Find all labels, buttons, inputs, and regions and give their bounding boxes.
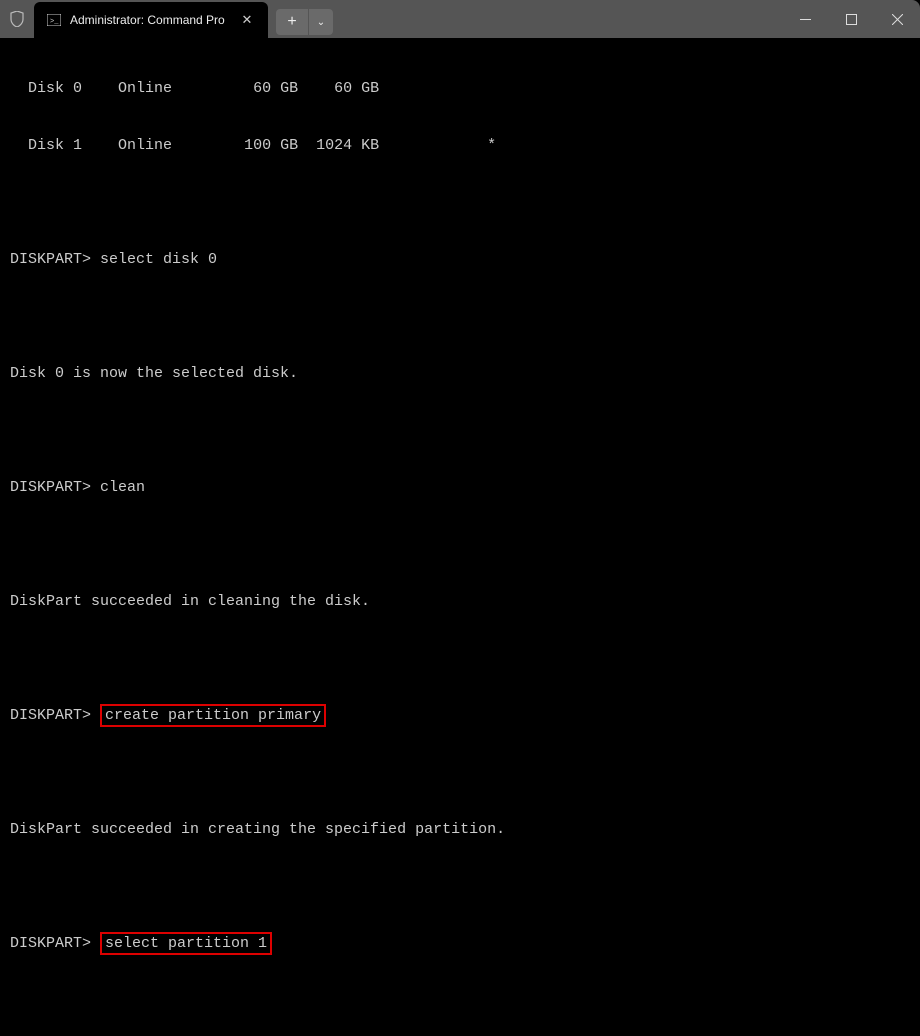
blank-line — [10, 189, 910, 218]
prompt-line: DISKPART> clean — [10, 474, 910, 503]
active-tab[interactable]: >_ Administrator: Command Pro ✕ — [34, 2, 268, 38]
highlighted-command: select partition 1 — [100, 932, 272, 956]
output-line: DiskPart succeeded in creating the speci… — [10, 816, 910, 845]
maximize-button[interactable] — [828, 0, 874, 38]
tab-dropdown-button[interactable]: ⌄ — [309, 9, 333, 35]
disk-row: Disk 1 Online 100 GB 1024 KB * — [10, 132, 910, 161]
tab-close-button[interactable]: ✕ — [238, 11, 256, 29]
blank-line — [10, 873, 910, 902]
new-tab-button[interactable]: + — [276, 9, 308, 35]
minimize-button[interactable] — [782, 0, 828, 38]
prompt-line: DISKPART> create partition primary — [10, 702, 910, 731]
blank-line — [10, 987, 910, 1016]
output-line: Disk 0 is now the selected disk. — [10, 360, 910, 389]
shield-icon — [0, 0, 34, 38]
close-button[interactable] — [874, 0, 920, 38]
blank-line — [10, 531, 910, 560]
cmd-icon: >_ — [46, 12, 62, 28]
prompt-line: DISKPART> select partition 1 — [10, 930, 910, 959]
svg-text:>_: >_ — [50, 18, 59, 26]
titlebar: >_ Administrator: Command Pro ✕ + ⌄ — [0, 0, 920, 38]
prompt-line: DISKPART> select disk 0 — [10, 246, 910, 275]
terminal-output[interactable]: Disk 0 Online 60 GB 60 GB Disk 1 Online … — [0, 38, 920, 1036]
blank-line — [10, 417, 910, 446]
disk-row: Disk 0 Online 60 GB 60 GB — [10, 75, 910, 104]
tab-action-group: + ⌄ — [276, 6, 333, 38]
blank-line — [10, 645, 910, 674]
blank-line — [10, 303, 910, 332]
tab-title: Administrator: Command Pro — [70, 13, 230, 27]
window-controls — [782, 0, 920, 38]
highlighted-command: create partition primary — [100, 704, 326, 728]
output-line: DiskPart succeeded in cleaning the disk. — [10, 588, 910, 617]
blank-line — [10, 759, 910, 788]
